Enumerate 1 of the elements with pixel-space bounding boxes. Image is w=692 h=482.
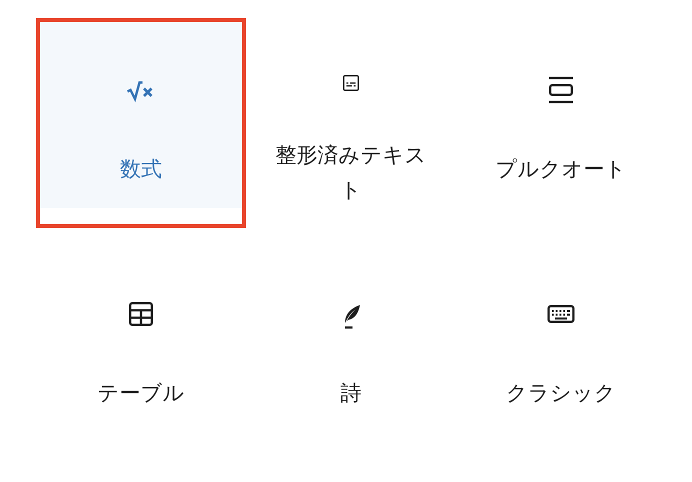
- block-item[interactable]: 数式: [40, 22, 242, 224]
